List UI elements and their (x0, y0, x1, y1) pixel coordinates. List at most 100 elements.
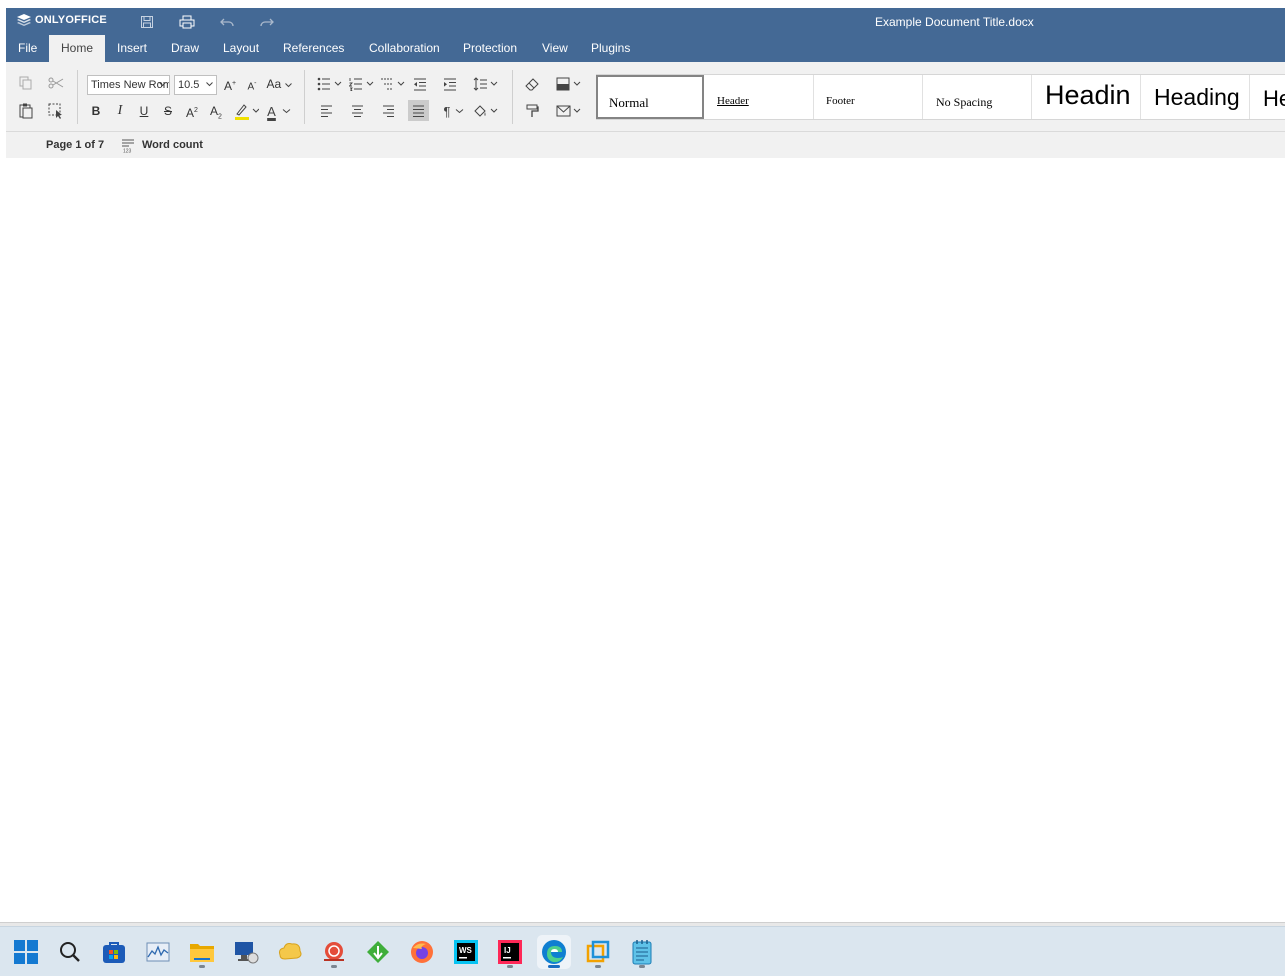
intellij-app[interactable]: IJ (493, 935, 527, 969)
numbered-list-button[interactable] (348, 74, 376, 94)
webstorm-app[interactable]: WS (449, 935, 483, 969)
app-logo: ONLYOFFICE (17, 14, 107, 26)
snail-app[interactable] (317, 935, 351, 969)
align-right-icon (382, 105, 394, 117)
undo-icon (220, 18, 234, 27)
italic-button[interactable]: I (110, 101, 130, 121)
remote-desktop-icon (235, 942, 259, 964)
undo-button[interactable] (218, 13, 236, 31)
shading-button[interactable] (472, 101, 500, 121)
multilevel-list-button[interactable] (379, 74, 407, 94)
style-footer[interactable]: Footer (814, 75, 923, 119)
chevron-down-icon (284, 83, 292, 88)
file-explorer-app[interactable] (185, 935, 219, 969)
cloud-icon (279, 943, 302, 960)
decrease-indent-button[interactable] (410, 74, 430, 94)
strikethrough-button[interactable]: S (158, 101, 178, 121)
increase-font-button[interactable]: A+ (220, 74, 240, 94)
eraser-icon (525, 77, 539, 90)
tab-layout[interactable]: Layout (211, 35, 271, 62)
search-icon (60, 942, 80, 962)
underline-button[interactable]: U (134, 101, 154, 121)
style-heading-1[interactable]: Headin (1032, 75, 1141, 119)
style-heading-2[interactable]: Heading (1141, 75, 1250, 119)
firefox-app[interactable] (405, 935, 439, 969)
highlight-color-button[interactable] (232, 101, 260, 121)
paste-button[interactable] (16, 101, 36, 121)
svg-text:WS: WS (459, 946, 473, 955)
copy-icon (19, 76, 32, 90)
intellij-icon: IJ (498, 940, 522, 964)
cut-button[interactable] (46, 73, 66, 93)
bold-button[interactable]: B (86, 101, 106, 121)
select-all-icon (48, 103, 62, 119)
tab-collaboration[interactable]: Collaboration (357, 35, 452, 62)
style-normal[interactable]: Normal (596, 75, 704, 119)
tab-insert[interactable]: Insert (105, 35, 159, 62)
save-icon (141, 16, 153, 28)
font-name-select[interactable]: Times New Roman (87, 75, 170, 95)
font-size-value: 10.5 (178, 79, 200, 91)
word-count-button[interactable]: Word count (142, 139, 203, 151)
vm-app[interactable] (581, 935, 615, 969)
document-canvas[interactable] (0, 158, 1285, 924)
increase-indent-button[interactable] (440, 74, 460, 94)
nonprinting-characters-button[interactable]: ¶ (440, 101, 468, 121)
justify-button[interactable] (408, 100, 429, 121)
align-center-button[interactable] (347, 101, 367, 121)
superscript-button[interactable]: A2 (182, 101, 202, 121)
copy-button[interactable] (16, 73, 36, 93)
notepad-app[interactable] (625, 935, 659, 969)
git-diamond-icon (367, 941, 389, 963)
remote-desktop-app[interactable] (229, 935, 263, 969)
print-button[interactable] (178, 13, 196, 31)
search-button[interactable] (53, 935, 87, 969)
resource-monitor-app[interactable] (141, 935, 175, 969)
highlighter-icon (235, 104, 259, 120)
style-heading-3[interactable]: He (1250, 75, 1285, 119)
redo-button[interactable] (258, 13, 276, 31)
tab-view[interactable]: View (530, 35, 580, 62)
bullet-list-button[interactable] (316, 74, 344, 94)
tab-protection[interactable]: Protection (451, 35, 529, 62)
font-size-select[interactable]: 10.5 (174, 75, 217, 95)
align-left-icon (320, 105, 332, 117)
page-indicator[interactable]: Page 1 of 7 (46, 139, 104, 151)
app-brand: ONLYOFFICE (35, 14, 107, 26)
git-app[interactable] (361, 935, 395, 969)
clear-style-button[interactable] (522, 74, 542, 94)
decrease-font-button[interactable]: A- (242, 74, 262, 94)
color-scheme-button[interactable] (555, 74, 583, 94)
subscript-button[interactable]: A2 (206, 101, 226, 121)
separator (512, 70, 513, 124)
mail-merge-button[interactable] (555, 101, 583, 121)
style-footer-label: Footer (826, 95, 855, 107)
font-color-button[interactable]: A (264, 101, 294, 121)
cloud-app[interactable] (273, 935, 307, 969)
style-heading-3-label: He (1263, 86, 1285, 111)
store-app[interactable] (97, 935, 131, 969)
tab-references[interactable]: References (271, 35, 356, 62)
taskbar: WS IJ (0, 926, 1285, 976)
select-all-button[interactable] (46, 101, 66, 121)
align-left-button[interactable] (316, 101, 336, 121)
copy-style-button[interactable] (522, 101, 542, 121)
change-case-button[interactable]: Aa (265, 74, 293, 94)
envelope-icon (556, 105, 581, 117)
tab-draw[interactable]: Draw (159, 35, 211, 62)
style-no-spacing[interactable]: No Spacing (923, 75, 1032, 119)
tab-file[interactable]: File (6, 35, 49, 62)
chevron-down-icon (159, 82, 166, 87)
tab-home[interactable]: Home (49, 35, 106, 62)
title-bar: ONLYOFFICE Example Document Title.docx (6, 8, 1285, 35)
style-header[interactable]: Header (705, 75, 814, 119)
styles-gallery: Normal Header Footer No Spacing Headin H… (596, 74, 1285, 120)
start-button[interactable] (9, 935, 43, 969)
layers-icon (17, 14, 31, 26)
line-spacing-button[interactable] (472, 74, 500, 94)
edge-app[interactable] (537, 935, 571, 969)
color-scheme-icon (556, 77, 581, 91)
align-right-button[interactable] (378, 101, 398, 121)
tab-plugins[interactable]: Plugins (579, 35, 642, 62)
save-button[interactable] (138, 13, 156, 31)
